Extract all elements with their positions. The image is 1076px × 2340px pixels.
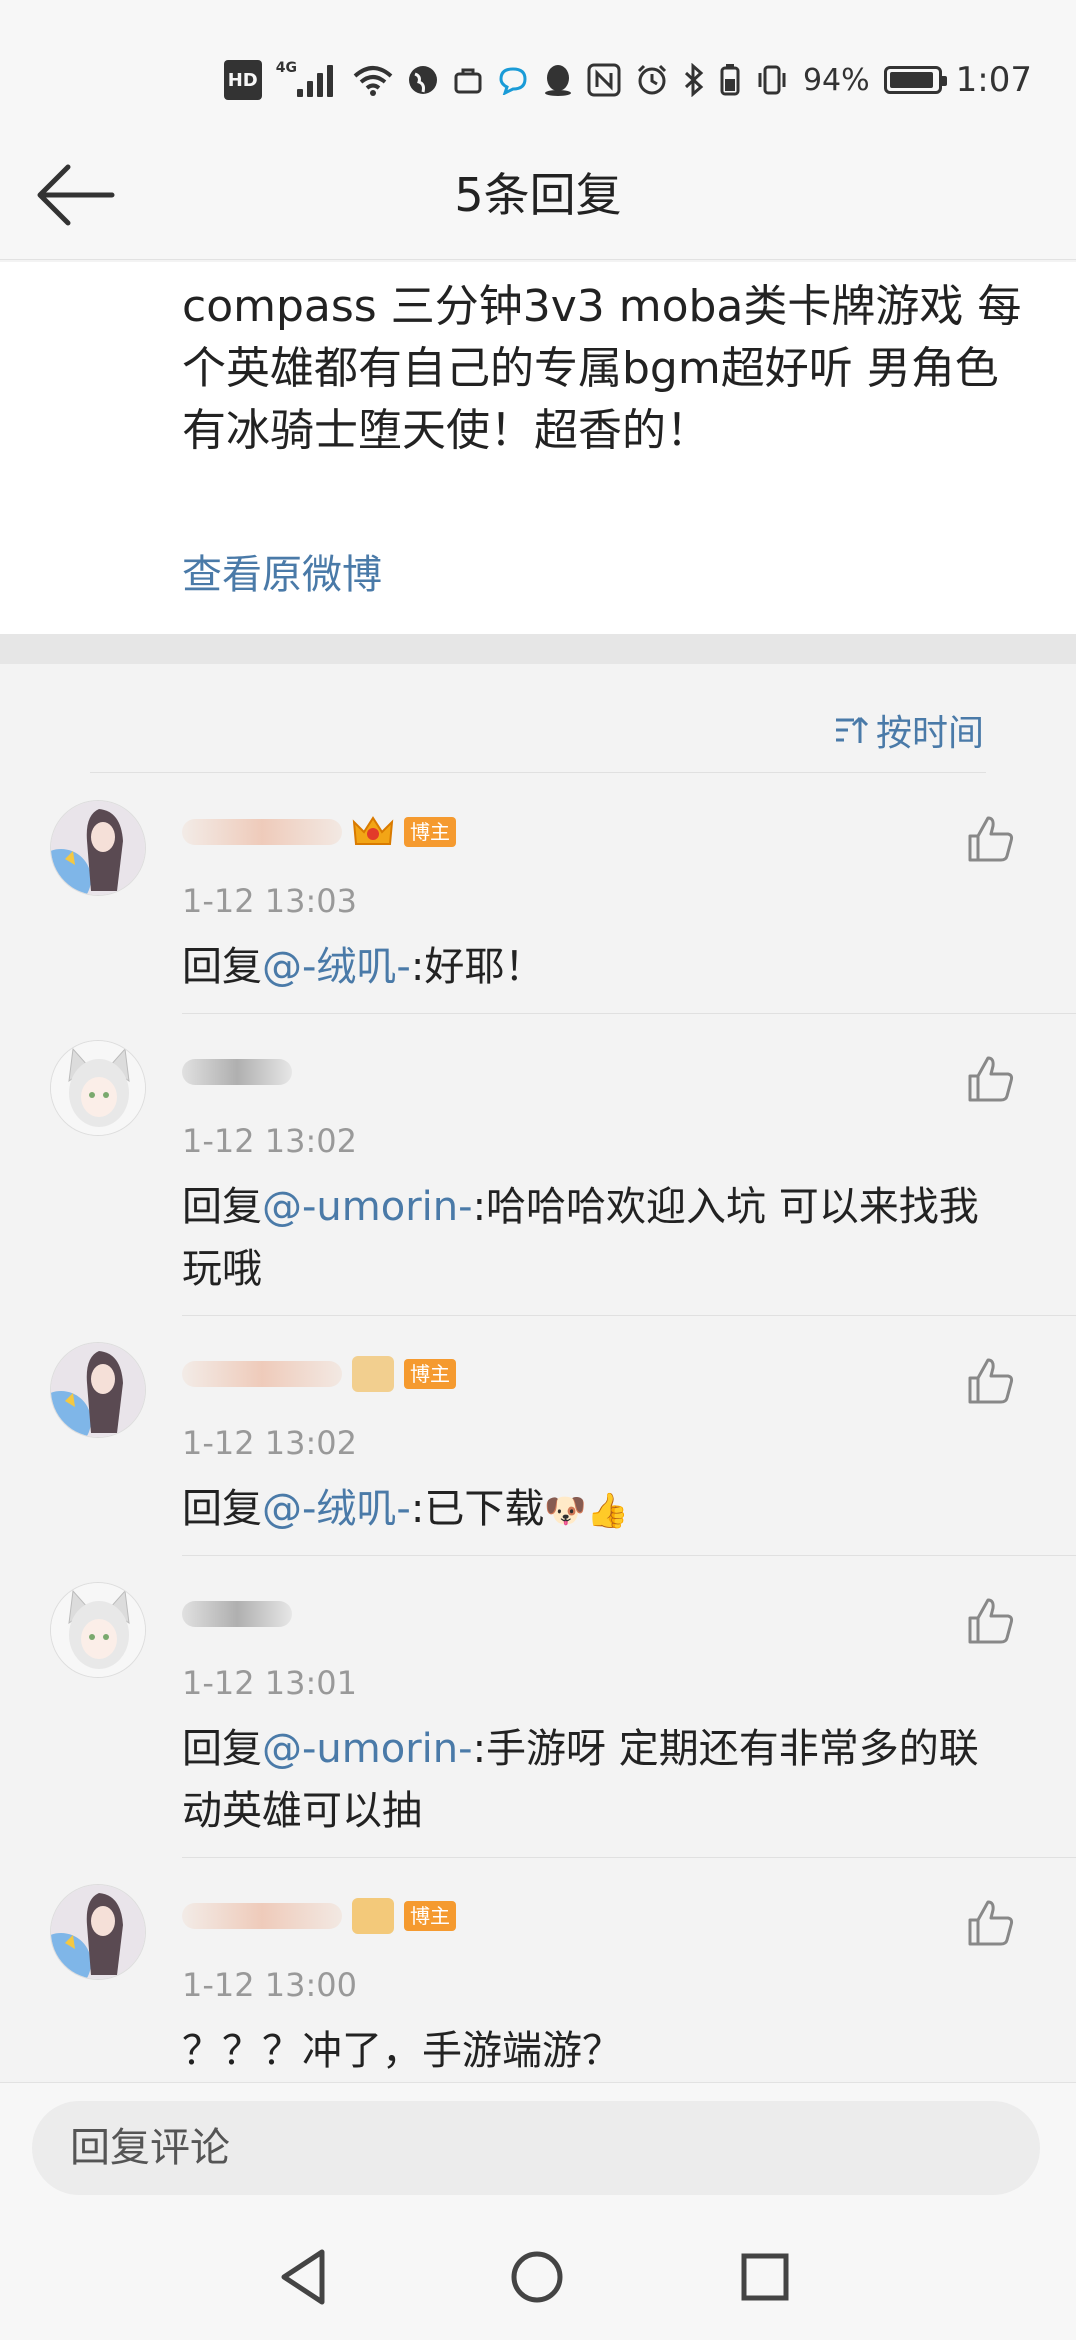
thumbs-up-icon [968,1900,1014,1946]
blurred-username [182,1059,292,1085]
original-post: compass 三分钟3v3 moba类卡牌游戏 每个英雄都有自己的专属bgm超… [0,262,1076,634]
reply-time: 1-12 13:01 [182,1664,358,1702]
reply-item: 1-12 13:01 回复@-umorin-:手游呀 定期还有非常多的联动英雄可… [0,1556,1076,1858]
reply-content: 回复@-umorin-:手游呀 定期还有非常多的联动英雄可以抽 [182,1726,979,1834]
blurred-username [182,1361,342,1387]
nfc-icon [587,60,621,100]
avatar[interactable] [50,1040,146,1136]
nav-home-button[interactable] [502,2242,572,2312]
bag-icon [453,60,483,100]
reply-time: 1-12 13:02 [182,1122,358,1160]
reply-item: 1-12 13:02 回复@-umorin-:哈哈哈欢迎入坑 可以来找我玩哦 [0,1014,1076,1316]
bluetooth-icon [683,60,705,100]
thumbs-up-emoji-icon: 👍 [586,1491,630,1531]
reply-comment-input[interactable] [32,2101,1040,2195]
avatar[interactable] [50,800,146,896]
anime-girl-avatar-icon [51,1343,145,1437]
reply-content: 回复@-umorin-:哈哈哈欢迎入坑 可以来找我玩哦 [182,1184,979,1292]
hd-icon: HD [223,60,262,100]
username[interactable] [182,1054,292,1090]
like-button[interactable] [966,1054,1016,1104]
battery-percent: 94% [802,62,870,98]
divider [90,772,986,773]
triangle-back-icon [281,2249,325,2305]
blogger-badge: 博主 [404,1359,456,1389]
avatar[interactable] [50,1342,146,1438]
circle-home-icon [511,2251,563,2303]
like-button[interactable] [966,814,1016,864]
crown-icon [352,816,394,845]
avatar[interactable] [50,1582,146,1678]
sort-icon [835,716,868,743]
wifi-icon [353,60,393,100]
sort-label: 按时间 [875,713,984,754]
username[interactable] [182,1596,292,1632]
square-recents-icon [741,2253,789,2301]
avatar[interactable] [50,1884,146,1980]
blurred-vip-icon [352,1356,394,1392]
blurred-username [182,1601,292,1627]
status-bar: HD 4G 94% 1:07 [0,0,1076,150]
like-button[interactable] [966,1356,1016,1406]
thumbs-up-icon [968,1358,1014,1404]
globe-icon [407,60,439,100]
section-divider [0,634,1076,664]
replies-list: 按时间 博主 1-12 13:03 回复@-绒叽-:好耶！ 1-12 13:02 [0,664,1076,2082]
signal-icon: 4G [276,60,339,100]
mention-link[interactable]: @-绒叽- [262,944,411,990]
reply-item: 博主 1-12 13:02 回复@-绒叽-:已下载🐶👍 [0,1316,1076,1556]
reply-time: 1-12 13:02 [182,1424,358,1462]
reply-time: 1-12 13:00 [182,1966,358,2004]
sort-by-time-button[interactable]: 按时间 [834,704,984,756]
view-original-link[interactable]: 查看原微博 [182,542,382,600]
chat-icon [497,60,529,100]
blurred-username [182,819,342,845]
thumbs-up-icon [968,1598,1014,1644]
header-bar: 5条回复 [0,130,1076,260]
mention-link[interactable]: @-绒叽- [262,1486,411,1532]
reply-time: 1-12 13:03 [182,882,358,920]
reply-content: 回复@-绒叽-:已下载🐶👍 [182,1478,1012,1542]
anime-girl-avatar-icon [51,801,145,895]
username[interactable]: 博主 [182,814,456,850]
blurred-username [182,1903,342,1929]
alarm-icon [635,60,669,100]
reply-bar [0,2082,1076,2212]
mention-link[interactable]: @-umorin- [262,1726,473,1772]
thumbs-up-icon [968,1056,1014,1102]
thumbs-up-icon [968,816,1014,862]
battery-saver-icon [719,60,741,100]
like-button[interactable] [966,1596,1016,1646]
qq-icon [543,60,573,100]
blogger-badge: 博主 [404,1901,456,1931]
reply-item: 博主 1-12 13:00 ？？？冲了，手游端游？ [0,1858,1076,2082]
mention-link[interactable]: @-umorin- [262,1184,473,1230]
doge-emoji-icon: 🐶 [544,1491,587,1531]
status-icons: HD 4G 94% 1:07 [223,56,1032,104]
vibrate-icon [755,60,789,100]
system-nav-bar [0,2212,1076,2340]
nav-back-button[interactable] [270,2242,340,2312]
cat-girl-avatar-icon [51,1041,145,1135]
original-post-text: compass 三分钟3v3 moba类卡牌游戏 每个英雄都有自己的专属bgm超… [182,281,1022,456]
username[interactable]: 博主 [182,1356,456,1392]
like-button[interactable] [966,1898,1016,1948]
anime-girl-avatar-icon [51,1885,145,1979]
page-title: 5条回复 [454,168,622,222]
blogger-badge: 博主 [404,817,456,847]
battery-icon [883,66,947,94]
cat-girl-avatar-icon [51,1583,145,1677]
clock: 1:07 [955,60,1032,100]
reply-content: 回复@-绒叽-:好耶！ [182,944,545,990]
nav-recents-button[interactable] [730,2242,800,2312]
username[interactable]: 博主 [182,1898,456,1934]
blurred-vip-icon [352,1898,394,1934]
reply-item: 博主 1-12 13:03 回复@-绒叽-:好耶！ [0,774,1076,1014]
reply-content: ？？？冲了，手游端游？ [182,2028,622,2074]
